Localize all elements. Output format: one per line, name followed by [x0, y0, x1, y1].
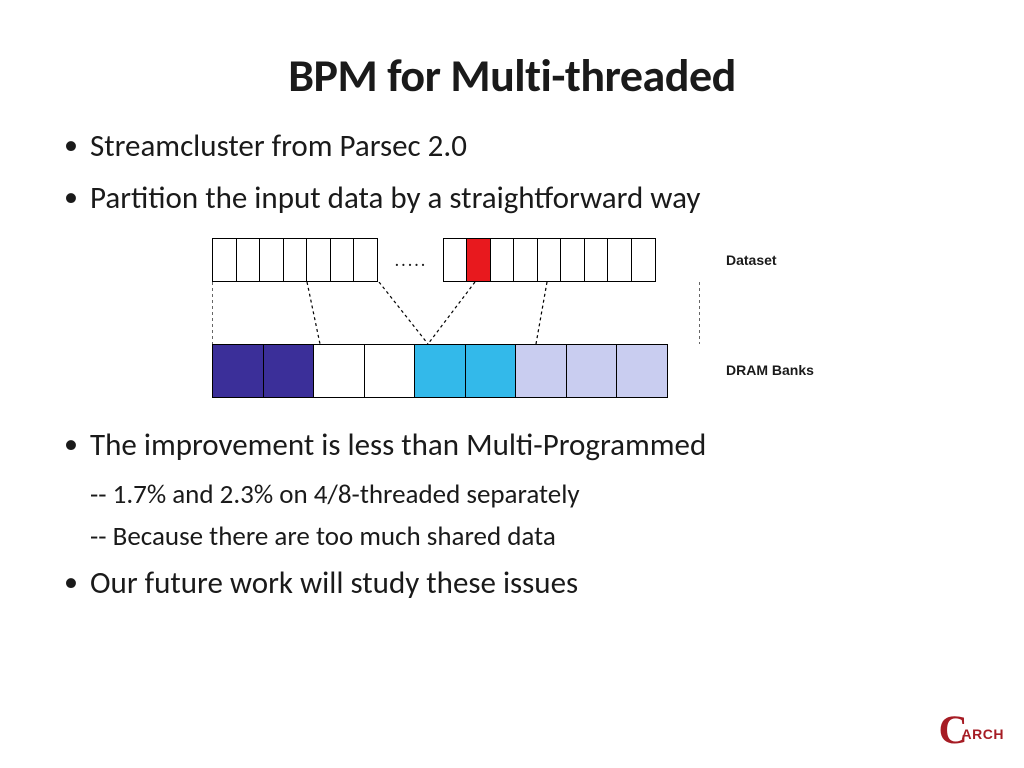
bullet-item: Partition the input data by a straightfo… — [56, 178, 968, 220]
bullet-item: Our future work will study these issues — [56, 563, 968, 605]
slide: BPM for Multi-threaded Streamcluster fro… — [0, 0, 1024, 768]
dram-cell — [414, 344, 466, 398]
dataset-cell — [283, 238, 308, 282]
projection-lines — [212, 282, 700, 344]
bullet-list: The improvement is less than Multi-Progr… — [56, 425, 968, 467]
dataset-cell — [212, 238, 237, 282]
sub-bullet: -- 1.7% and 2.3% on 4/8-threaded separat… — [56, 477, 968, 513]
dataset-cell — [607, 238, 632, 282]
dataset-cell — [537, 238, 562, 282]
bullet-list: Our future work will study these issues — [56, 563, 968, 605]
dataset-cell — [631, 238, 656, 282]
dram-label: DRAM Banks — [726, 362, 814, 378]
dataset-ellipsis: ..... — [378, 238, 444, 282]
dataset-cell — [353, 238, 378, 282]
dataset-cell — [236, 238, 261, 282]
dram-cell — [465, 344, 517, 398]
bullet-item: The improvement is less than Multi-Progr… — [56, 425, 968, 467]
bullet-list: Streamcluster from Parsec 2.0 Partition … — [56, 126, 968, 220]
sub-bullet: -- Because there are too much shared dat… — [56, 519, 968, 555]
dataset-cell-highlighted — [466, 238, 491, 282]
dram-cell — [616, 344, 668, 398]
dram-row — [212, 344, 700, 398]
dataset-cell — [306, 238, 331, 282]
dataset-cell — [513, 238, 538, 282]
logo-suffix: ARCH — [962, 726, 1004, 742]
carch-logo: CARCH — [939, 710, 1004, 750]
dram-cell — [364, 344, 416, 398]
dataset-label: Dataset — [726, 252, 777, 268]
dram-cell — [515, 344, 567, 398]
dram-cell — [212, 344, 264, 398]
bullet-item: Streamcluster from Parsec 2.0 — [56, 126, 968, 168]
dataset-cell — [490, 238, 515, 282]
dataset-cell — [560, 238, 585, 282]
dataset-cell — [259, 238, 284, 282]
slide-title: BPM for Multi-threaded — [56, 48, 968, 104]
dram-cell — [566, 344, 618, 398]
partition-diagram: ..... — [192, 238, 832, 403]
dram-cell — [263, 344, 315, 398]
dataset-cell — [443, 238, 468, 282]
diagram-container: ..... — [56, 238, 968, 403]
dataset-cell — [584, 238, 609, 282]
dataset-row: ..... — [212, 238, 700, 282]
dataset-cell — [330, 238, 355, 282]
dram-cell — [313, 344, 365, 398]
